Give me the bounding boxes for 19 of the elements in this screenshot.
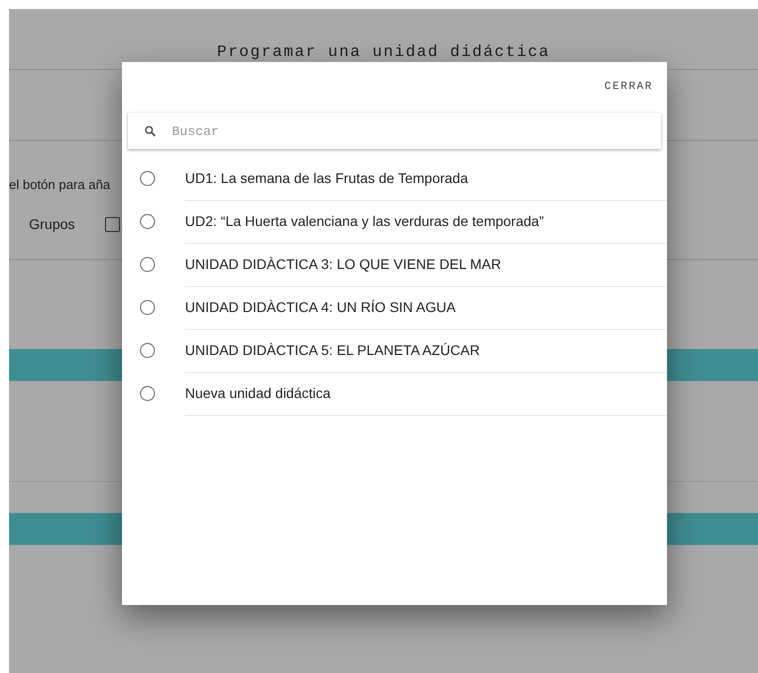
radio-button[interactable] bbox=[140, 171, 155, 186]
option-label[interactable]: Nueva unidad didáctica bbox=[185, 385, 331, 401]
option-label[interactable]: UNIDAD DIDÀCTICA 3: LO QUE VIENE DEL MAR bbox=[185, 256, 502, 272]
groups-checkbox[interactable] bbox=[104, 216, 120, 232]
search-field[interactable]: Buscar bbox=[128, 113, 661, 149]
option-label[interactable]: UD1: La semana de las Frutas de Temporada bbox=[185, 170, 468, 186]
close-button[interactable]: CERRAR bbox=[602, 79, 655, 95]
option-label[interactable]: UNIDAD DIDÀCTICA 4: UN RÍO SIN AGUA bbox=[185, 299, 456, 315]
option-label[interactable]: UD2: “La Huerta valenciana y las verduras de temporada” bbox=[185, 213, 544, 229]
radio-button[interactable] bbox=[140, 214, 155, 229]
groups-label: Grupos bbox=[29, 216, 75, 232]
radio-button[interactable] bbox=[140, 257, 155, 272]
page-title: Programar una unidad didáctica bbox=[216, 43, 550, 61]
radio-button[interactable] bbox=[140, 386, 155, 401]
option-label[interactable]: UNIDAD DIDÀCTICA 5: EL PLANETA AZÚCAR bbox=[185, 342, 480, 358]
search-icon bbox=[144, 125, 156, 137]
radio-button[interactable] bbox=[140, 300, 155, 315]
radio-button[interactable] bbox=[140, 343, 155, 358]
instruction-text: el botón para aña bbox=[9, 177, 110, 192]
